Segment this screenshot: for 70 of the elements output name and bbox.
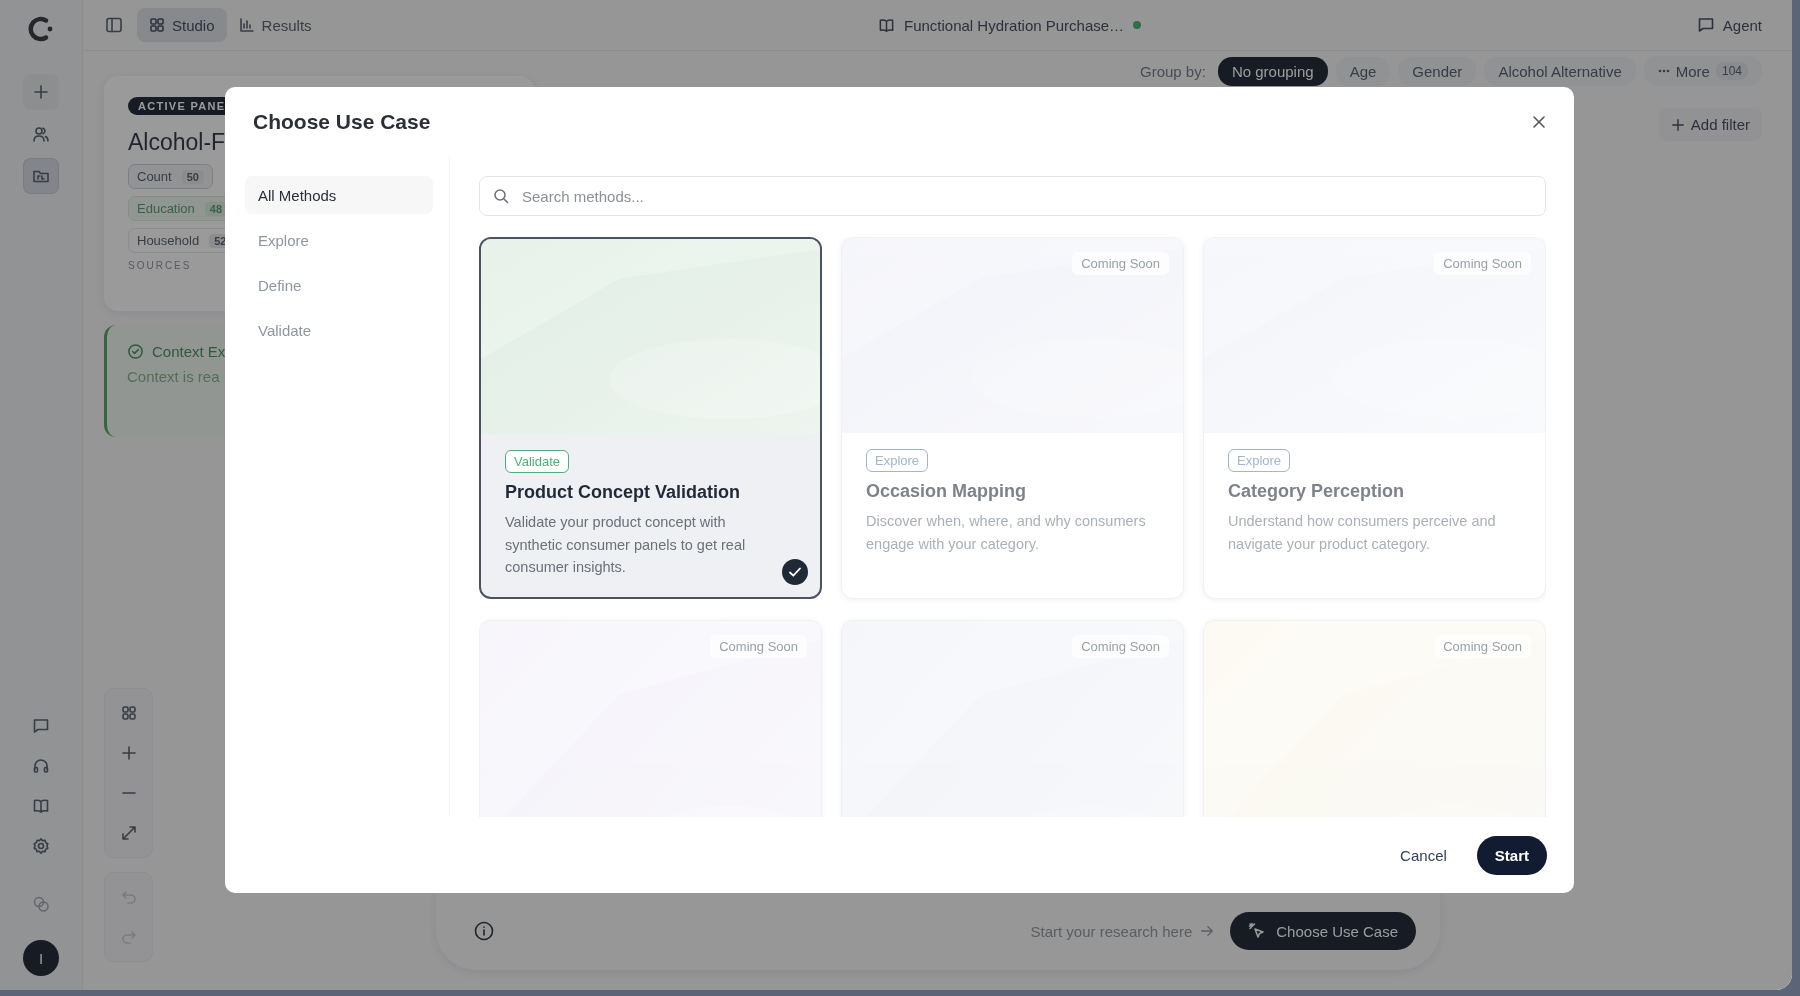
search-icon xyxy=(493,188,509,204)
category-tag: Explore xyxy=(1228,449,1291,472)
coming-soon-badge: Coming Soon xyxy=(1434,635,1531,658)
grid-icon[interactable] xyxy=(120,705,137,721)
context-title: Context Ex xyxy=(152,343,226,360)
bar-chart-icon xyxy=(238,17,255,33)
card-title: Product Concept Validation xyxy=(505,482,742,503)
settings-icon[interactable] xyxy=(32,837,50,855)
arrow-right-icon xyxy=(1200,924,1215,938)
add-filter-button[interactable]: Add filter xyxy=(1658,108,1762,141)
category-tag: Validate xyxy=(505,450,569,473)
group-option[interactable]: Gender xyxy=(1398,56,1477,86)
group-option[interactable]: Alcohol Alternative xyxy=(1484,56,1636,86)
agent-button[interactable]: Agent xyxy=(1696,16,1762,34)
more-dots-icon xyxy=(1657,69,1670,73)
group-option[interactable]: Age xyxy=(1335,56,1391,86)
method-card[interactable]: Validate Product Concept Validation Validate your product concept with synthetic consumer panels to get real consumer insights. xyxy=(479,237,822,599)
more-button[interactable]: More 104 xyxy=(1643,56,1762,86)
card-title: Occasion Mapping xyxy=(866,481,1028,502)
category-item[interactable]: Define xyxy=(245,266,433,304)
panel-title: Alcohol-F xyxy=(128,129,227,156)
status-dot xyxy=(1133,21,1142,29)
prompt-hint: Start your research here xyxy=(1030,922,1193,940)
sources-label: SOURCES xyxy=(128,260,193,271)
check-icon xyxy=(782,559,808,585)
context-text: Context is rea xyxy=(127,368,221,385)
zoom-out-icon[interactable] xyxy=(120,791,137,795)
chat-icon xyxy=(1696,16,1715,34)
coming-soon-badge: Coming Soon xyxy=(1072,635,1169,658)
card-description: Discover when, where, and why consumers engage with your category. xyxy=(866,512,1147,554)
headset-icon[interactable] xyxy=(32,757,50,775)
stat-chip: Count 50 xyxy=(128,164,213,189)
coins-icon[interactable] xyxy=(32,895,50,913)
category-item[interactable]: Explore xyxy=(245,221,433,259)
category-tag: Explore xyxy=(866,449,929,472)
book-icon xyxy=(878,16,895,34)
group-by-label: Group by: xyxy=(1140,62,1206,80)
coming-soon-badge: Coming Soon xyxy=(1434,252,1531,275)
card-description: Validate your product concept with synthetic consumer panels to get real consumer insights. xyxy=(505,513,747,577)
cancel-button[interactable]: Cancel xyxy=(1384,836,1463,874)
zoom-in-icon[interactable] xyxy=(120,745,137,761)
choose-use-case-button[interactable]: Choose Use Case xyxy=(1230,912,1416,950)
cursor-click-icon xyxy=(1248,922,1267,940)
category-item[interactable]: Validate xyxy=(245,311,433,349)
group-option[interactable]: No grouping xyxy=(1217,56,1328,86)
nav-tab[interactable]: Results xyxy=(226,8,324,42)
info-icon[interactable] xyxy=(474,921,494,941)
expand-icon[interactable] xyxy=(120,825,137,841)
rail-button[interactable] xyxy=(23,74,59,110)
user-avatar[interactable]: I xyxy=(23,940,59,976)
chat-icon[interactable] xyxy=(32,717,50,735)
category-item[interactable]: All Methods xyxy=(245,176,433,214)
plus-icon xyxy=(33,84,49,100)
sidebar-toggle-icon[interactable] xyxy=(105,16,123,34)
close-button[interactable] xyxy=(1532,115,1546,129)
book-icon[interactable] xyxy=(32,797,50,815)
check-circle-icon xyxy=(127,343,144,360)
card-description: Understand how consumers perceive and navigate your product category. xyxy=(1228,512,1497,554)
search-field[interactable]: Search methods... xyxy=(479,176,1546,216)
rail-button[interactable] xyxy=(23,158,59,194)
dialog-title: Choose Use Case xyxy=(253,110,431,134)
nav-tab[interactable]: Studio xyxy=(137,8,227,42)
coming-soon-badge: Coming Soon xyxy=(710,635,807,658)
coming-soon-badge: Coming Soon xyxy=(1072,252,1169,275)
document-title: Functional Hydration Purchase… xyxy=(904,16,1125,34)
people-icon xyxy=(32,125,50,143)
card-title: Category Perception xyxy=(1228,481,1406,502)
plus-icon xyxy=(1670,117,1685,132)
grid-icon xyxy=(149,17,165,33)
start-button[interactable]: Start xyxy=(1476,835,1547,875)
